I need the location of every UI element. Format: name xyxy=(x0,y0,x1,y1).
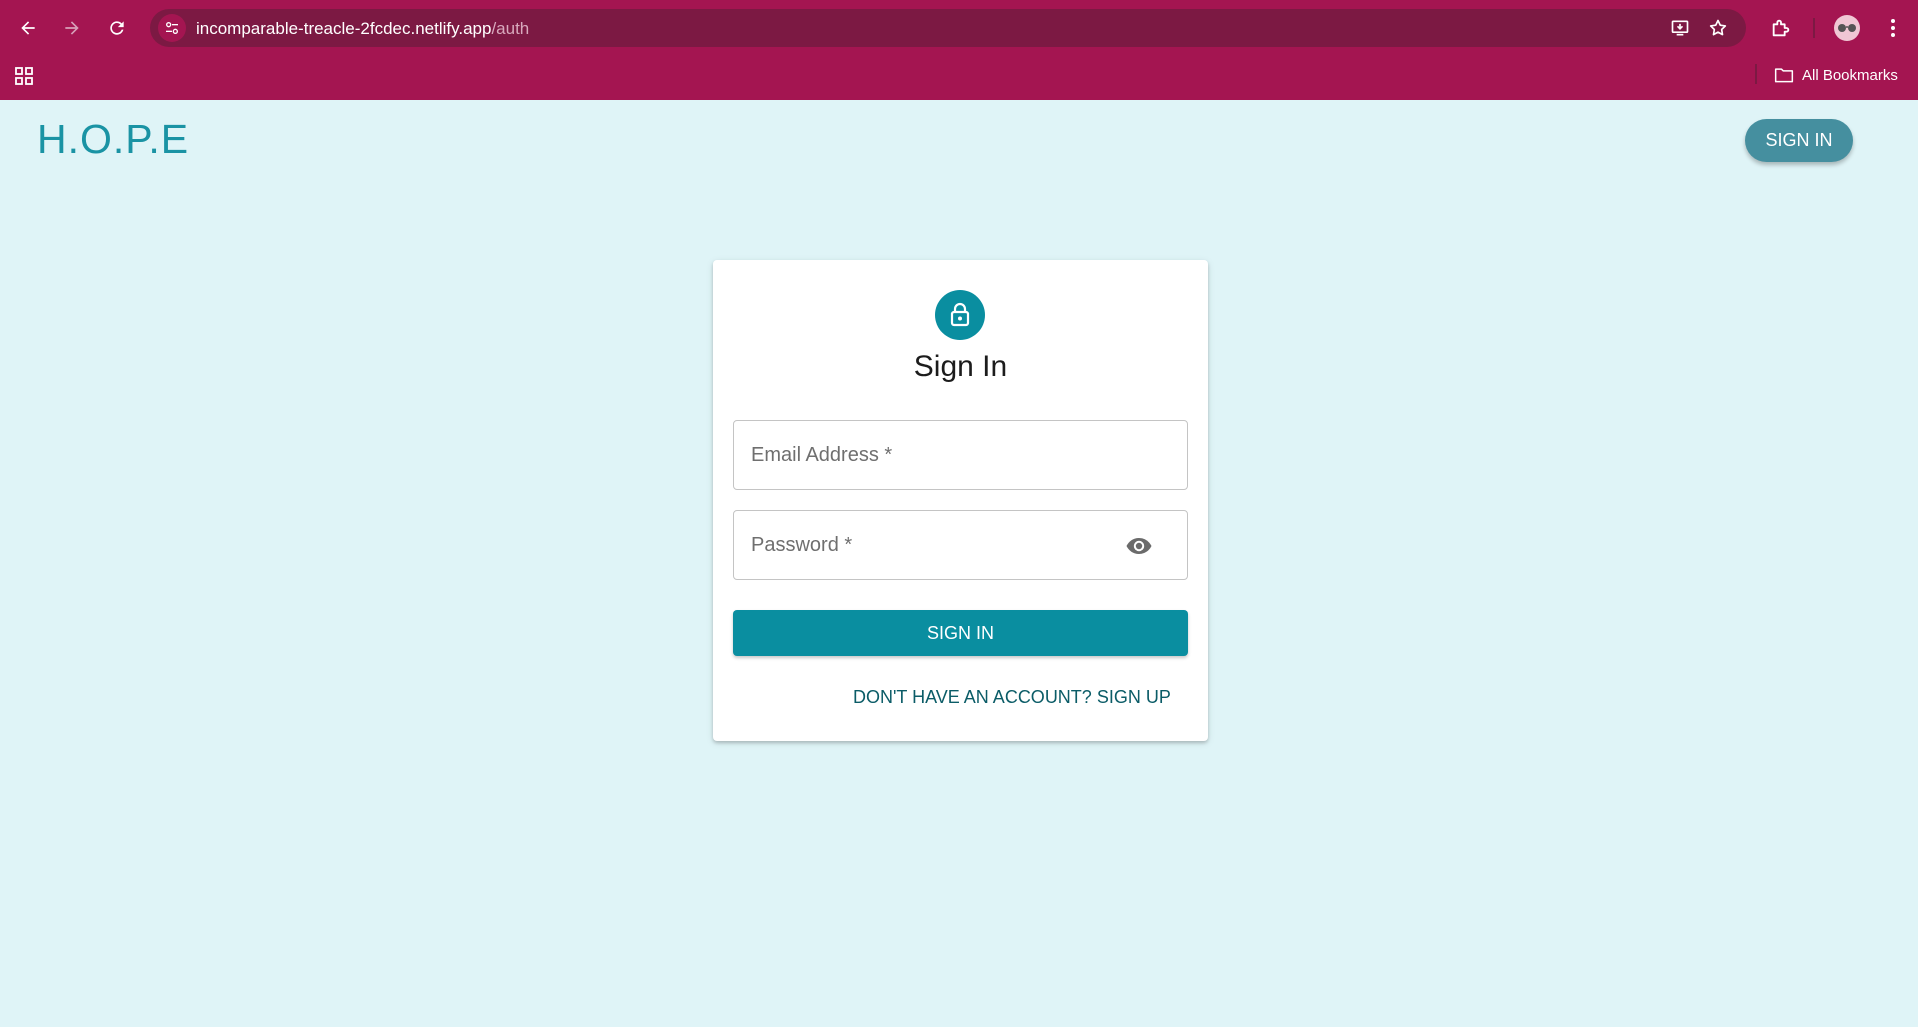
eye-icon xyxy=(1126,538,1152,554)
all-bookmarks-button[interactable]: All Bookmarks xyxy=(1774,62,1898,88)
url-path: /auth xyxy=(491,19,530,38)
password-placeholder: Password * xyxy=(751,534,853,556)
all-bookmarks-label: All Bookmarks xyxy=(1802,66,1898,84)
folder-icon xyxy=(1774,68,1794,83)
lock-icon xyxy=(950,302,970,327)
forward-arrow-icon xyxy=(65,21,79,35)
site-info-icon xyxy=(166,21,178,34)
forward-button[interactable] xyxy=(56,12,88,44)
signin-card: Sign In Email Address * Password * SIGN … xyxy=(713,260,1208,741)
email-placeholder: Email Address * xyxy=(751,444,893,466)
reload-button[interactable] xyxy=(101,12,133,44)
install-app-icon xyxy=(1671,20,1689,36)
password-visibility-toggle[interactable] xyxy=(1124,531,1154,561)
header-signin-button[interactable]: SIGN IN xyxy=(1745,119,1853,162)
bookmarks-divider xyxy=(1755,64,1757,84)
browser-toolbar: incomparable-treacle-2fcdec.netlify.app/… xyxy=(0,0,1918,56)
apps-grid-icon xyxy=(15,67,33,85)
back-button[interactable] xyxy=(12,12,44,44)
avatar[interactable] xyxy=(1834,15,1860,41)
extensions-button[interactable] xyxy=(1767,14,1795,42)
toolbar-divider xyxy=(1813,18,1815,38)
apps-button[interactable] xyxy=(12,64,36,88)
url-host: incomparable-treacle-2fcdec.netlify.app xyxy=(196,19,492,38)
star-icon xyxy=(1709,19,1727,36)
profile-glasses-icon xyxy=(1838,24,1856,32)
signin-submit-button[interactable]: SIGN IN xyxy=(733,610,1188,656)
page-title: Sign In xyxy=(913,350,1008,383)
install-app-button[interactable] xyxy=(1668,16,1692,40)
bookmark-star-button[interactable] xyxy=(1706,16,1730,40)
reload-icon xyxy=(110,21,124,35)
url-text[interactable]: incomparable-treacle-2fcdec.netlify.app/… xyxy=(196,19,529,39)
extensions-icon xyxy=(1772,19,1790,37)
address-bar[interactable]: incomparable-treacle-2fcdec.netlify.app/… xyxy=(150,9,1746,47)
more-vert-icon xyxy=(1891,19,1895,37)
site-info-button[interactable] xyxy=(158,14,186,42)
back-arrow-icon xyxy=(21,21,35,35)
lock-avatar xyxy=(935,290,985,340)
bookmarks-bar xyxy=(0,56,1918,100)
site-logo[interactable]: H.O.P.E xyxy=(37,116,189,163)
signup-link[interactable]: DON'T HAVE AN ACCOUNT? SIGN UP xyxy=(853,687,1171,708)
email-field[interactable]: Email Address * xyxy=(733,420,1188,490)
password-field[interactable]: Password * xyxy=(733,510,1188,580)
menu-button[interactable] xyxy=(1879,14,1907,42)
